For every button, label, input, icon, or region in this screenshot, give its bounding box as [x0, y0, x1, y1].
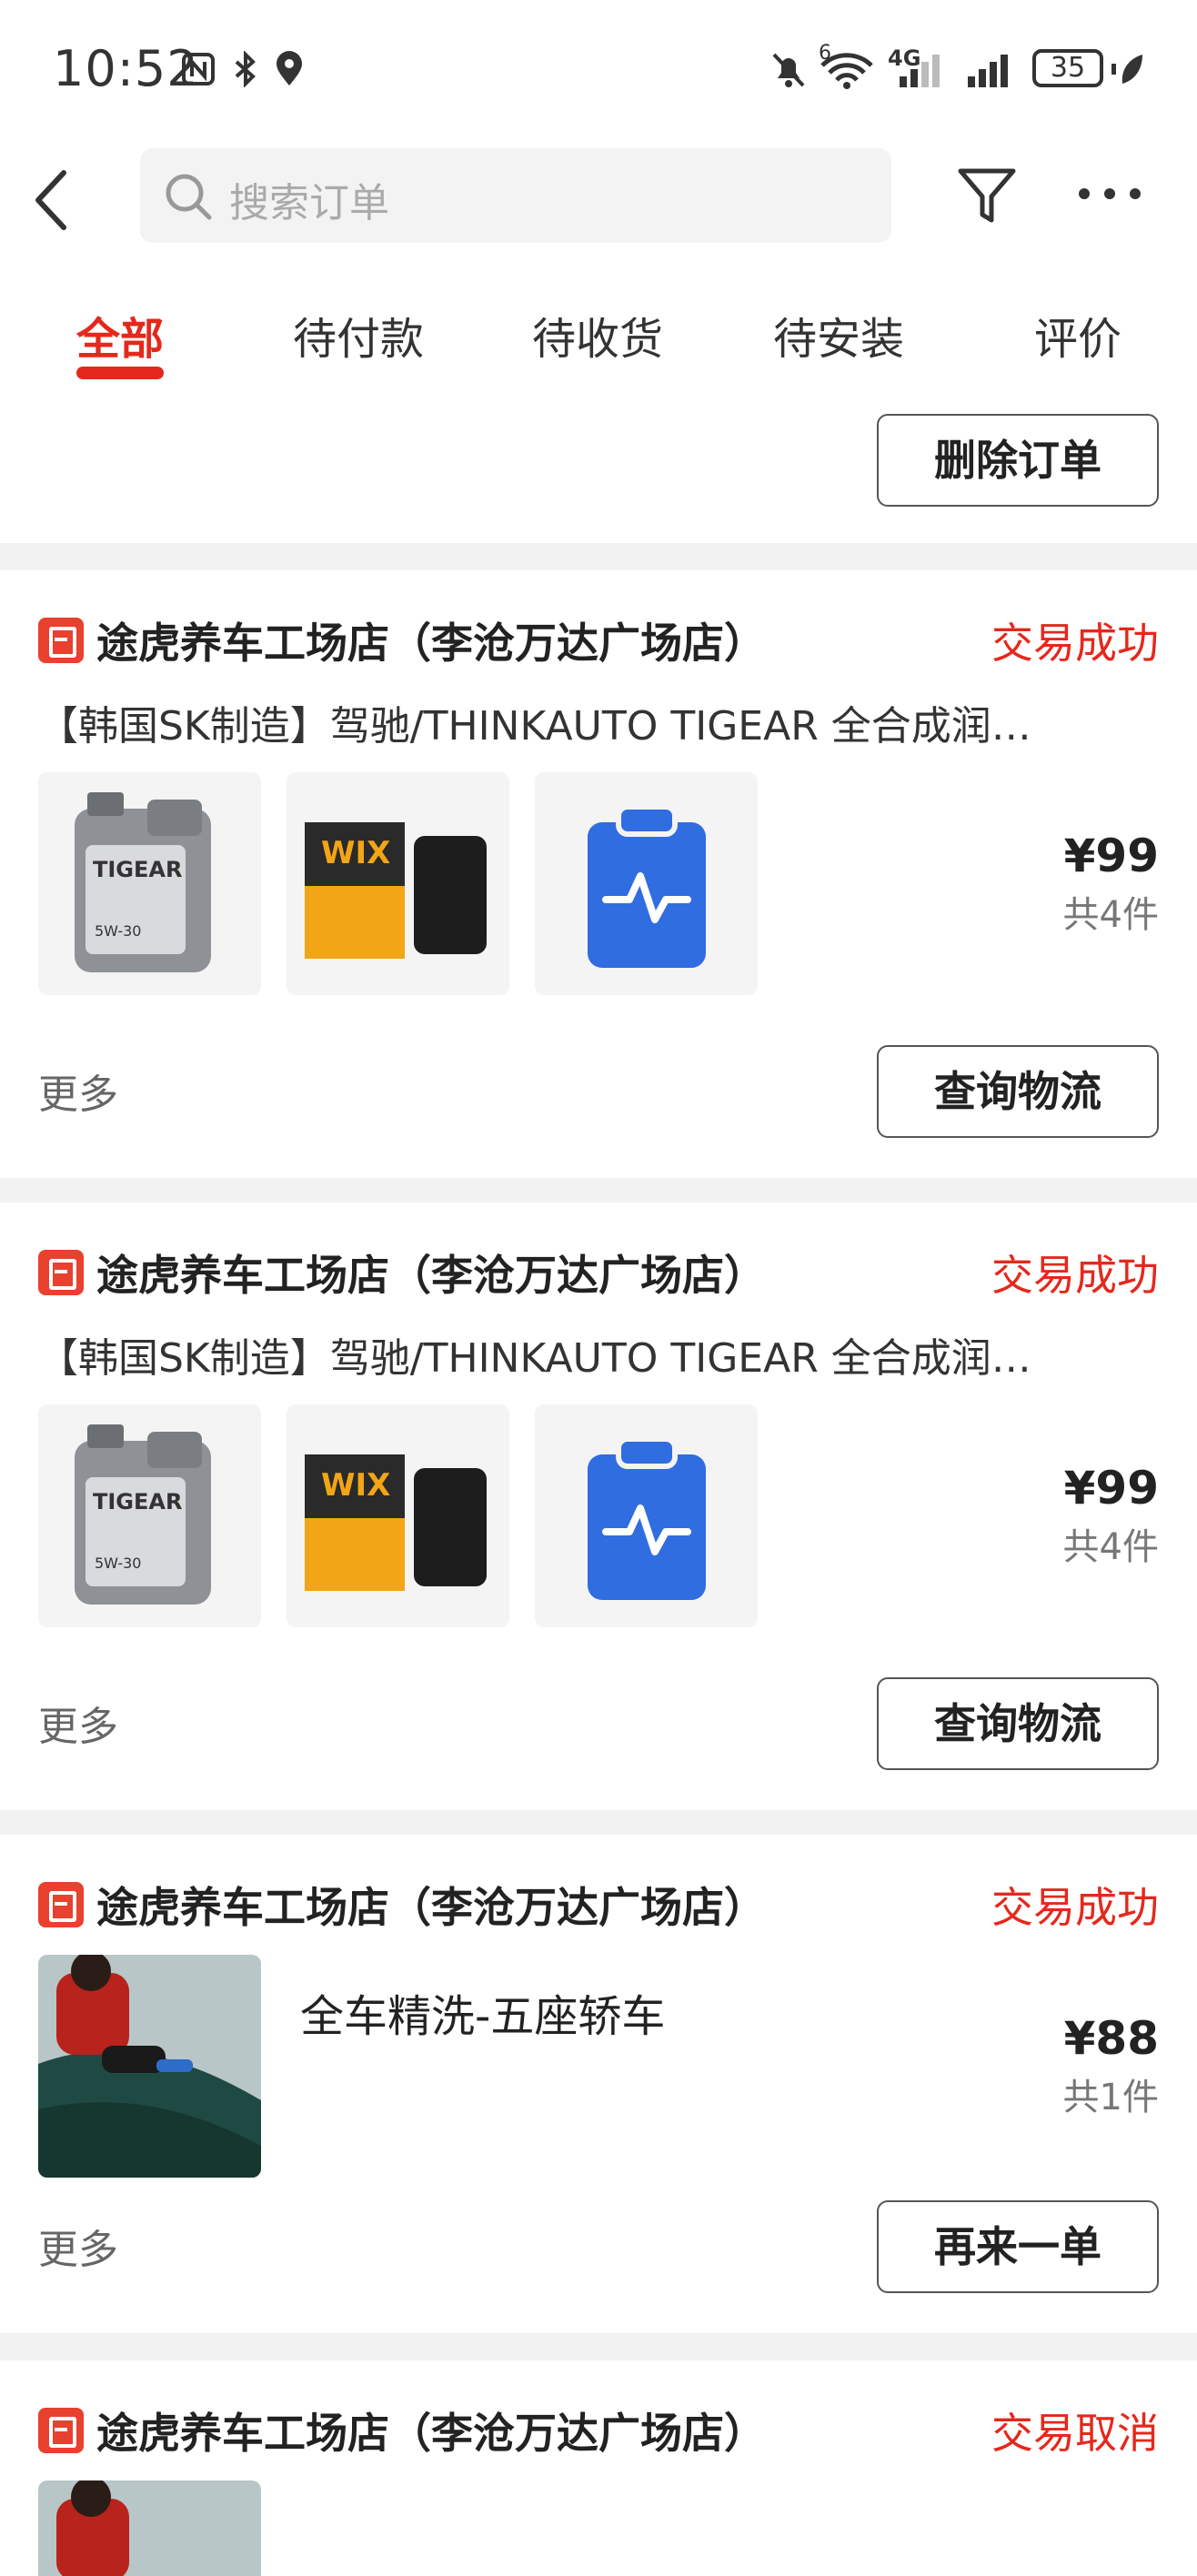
battery-icon: 35 — [1032, 49, 1103, 87]
inspection-report-image — [535, 1404, 758, 1627]
delete-order-button[interactable]: 删除订单 — [877, 414, 1159, 507]
location-icon — [277, 51, 302, 86]
oil-product-image: TIGEAR 5W-30 — [38, 772, 261, 995]
order-status: 交易成功 — [991, 1251, 1159, 1300]
store-name[interactable]: 途虎养车工场店（李沧万达广场店） — [96, 1243, 766, 1303]
inspection-report-image — [535, 772, 758, 995]
order-tabs: 全部 待付款 待收货 待安装 评价 — [0, 259, 1197, 396]
filter-icon[interactable] — [955, 164, 1019, 227]
filter-product-image: WIX — [287, 772, 509, 995]
track-logistics-button[interactable]: 查询物流 — [877, 1045, 1159, 1138]
mute-icon — [772, 53, 805, 87]
oil-grade-label: 5W-30 — [95, 922, 141, 940]
signal-icon-2 — [968, 55, 1008, 87]
status-time: 10:52 — [53, 40, 199, 97]
bluetooth-icon — [235, 51, 256, 87]
order-card[interactable]: 途虎养车工场店（李沧万达广场店） 交易成功 【韩国SK制造】驾驰/THINKAU… — [0, 1202, 1197, 1810]
search-icon — [166, 174, 212, 220]
leaf-icon — [1112, 55, 1142, 84]
oil-product-image: TIGEAR 5W-30 — [38, 1404, 261, 1627]
store-name[interactable]: 途虎养车工场店（李沧万达广场店） — [96, 610, 766, 670]
item-count: 共4件 — [1062, 1526, 1159, 1568]
track-logistics-button[interactable]: 查询物流 — [877, 1677, 1159, 1770]
order-title: 【韩国SK制造】驾驰/THINKAUTO TIGEAR 全合成润… — [38, 1335, 1031, 1382]
oil-brand-label: TIGEAR — [93, 857, 182, 882]
store-icon — [38, 1250, 84, 1295]
nfc-icon — [182, 53, 215, 86]
order-status: 交易取消 — [991, 2409, 1159, 2458]
more-link[interactable]: 更多 — [38, 1062, 118, 1120]
more-link[interactable]: 更多 — [38, 2217, 118, 2275]
item-count: 共1件 — [1062, 2077, 1159, 2118]
order-price: ¥99 — [1063, 1462, 1159, 1514]
service-name: 全车精洗-五座轿车 — [300, 1991, 666, 2042]
active-tab-indicator — [76, 367, 164, 379]
order-card[interactable]: 途虎养车工场店（李沧万达广场店） 交易成功 【韩国SK制造】驾驰/THINKAU… — [0, 570, 1197, 1178]
store-name[interactable]: 途虎养车工场店（李沧万达广场店） — [96, 1875, 766, 1935]
tab-pending-install[interactable]: 待安装 — [773, 303, 904, 367]
tab-review[interactable]: 评价 — [1034, 303, 1122, 367]
back-arrow-icon[interactable] — [27, 164, 82, 236]
car-wash-image — [38, 2480, 261, 2576]
wifi-badge: 6 — [819, 42, 831, 65]
header-bar: 搜索订单 — [0, 136, 1197, 259]
tab-pending-receipt[interactable]: 待收货 — [532, 303, 663, 367]
more-options-icon[interactable] — [1073, 180, 1146, 207]
order-card[interactable]: 途虎养车工场店（李沧万达广场店） 交易成功 全车精洗-五座轿车 ¥88 共1件 … — [0, 1835, 1197, 2333]
reorder-button[interactable]: 再来一单 — [877, 2200, 1159, 2293]
order-status: 交易成功 — [991, 619, 1159, 668]
store-name[interactable]: 途虎养车工场店（李沧万达广场店） — [96, 2400, 766, 2460]
tab-all[interactable]: 全部 — [76, 303, 164, 367]
store-icon — [38, 2408, 84, 2453]
car-wash-image — [38, 1955, 261, 2178]
filter-brand-label: WIX — [321, 835, 390, 871]
filter-brand-label: WIX — [321, 1467, 390, 1504]
more-link[interactable]: 更多 — [38, 1694, 118, 1752]
order-status: 交易成功 — [991, 1883, 1159, 1932]
order-card[interactable]: 途虎养车工场店（李沧万达广场店） 交易取消 — [0, 2360, 1197, 2576]
search-input[interactable]: 搜索订单 — [140, 148, 891, 243]
filter-product-image: WIX — [287, 1404, 509, 1627]
battery-level: 35 — [1050, 52, 1086, 84]
search-placeholder: 搜索订单 — [229, 180, 389, 226]
order-price: ¥88 — [1063, 2012, 1159, 2065]
signal-icon-1 — [900, 55, 940, 87]
oil-grade-label: 5W-30 — [95, 1555, 141, 1572]
status-bar: 10:52 6 4G 35 — [0, 0, 1197, 136]
order-price: ¥99 — [1063, 830, 1159, 882]
tab-pending-payment[interactable]: 待付款 — [293, 303, 424, 367]
store-icon — [38, 1882, 84, 1927]
store-icon — [38, 618, 84, 663]
oil-brand-label: TIGEAR — [93, 1489, 182, 1514]
item-count: 共4件 — [1062, 894, 1159, 936]
order-card-partial: 删除订单 — [0, 396, 1197, 543]
order-title: 【韩国SK制造】驾驰/THINKAUTO TIGEAR 全合成润… — [38, 703, 1031, 750]
